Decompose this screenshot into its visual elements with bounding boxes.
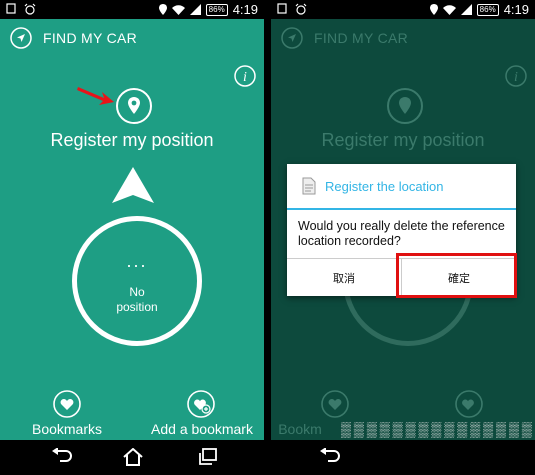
add-bookmark-icon [455,390,483,418]
wifi-icon [442,4,456,15]
back-icon[interactable] [319,448,341,466]
status-bar: 86% 4:19 [0,0,264,19]
heart-icon [321,390,349,418]
left-screen: 86% 4:19 FIND MY CAR i Register my posit… [0,0,264,475]
register-position-label: Register my position [321,130,485,150]
wifi-icon [171,4,185,15]
dialog-header: Register the location [287,164,516,210]
battery-indicator: 86% [476,3,499,16]
status-time: 4:19 [503,2,529,17]
home-icon[interactable] [122,448,144,466]
add-bookmark-icon[interactable] [187,390,215,418]
main-content: i Register my position ... No position B… [0,57,264,440]
compass-dots: ... [126,251,148,271]
navigation-bar [0,440,264,475]
highlight-box [396,253,517,298]
document-icon [302,177,316,195]
info-icon: i [505,65,527,87]
phone-icon [6,3,16,14]
alarm-icon [24,3,36,15]
signal-icon [189,4,201,15]
bookmarks-button[interactable]: Bookmarks [2,421,132,437]
register-position-label[interactable]: Register my position [0,130,264,151]
navigation-arrow-icon[interactable] [10,27,32,49]
compass-status: No position [116,285,158,314]
annotation-arrow [77,87,114,105]
location-pin-icon [158,4,167,15]
app-bar: FIND MY CAR [0,19,264,57]
navigation-arrow-icon [281,27,303,49]
navigation-bar [271,440,535,475]
alarm-icon [295,3,307,15]
register-position-button[interactable] [115,87,153,125]
heart-icon[interactable] [53,390,81,418]
register-position-icon [387,88,423,124]
cancel-button[interactable]: 取消 [287,259,401,296]
right-screen: 86% 4:19 FIND MY CAR i Register my posit… [271,0,535,475]
phone-icon [277,3,287,14]
status-bar: 86% 4:19 [271,0,535,19]
add-bookmark-button[interactable]: Add a bookmark [137,421,264,437]
recent-apps-icon[interactable] [198,448,218,466]
info-icon[interactable]: i [234,65,256,87]
dialog-title: Register the location [325,178,444,194]
svg-text:i: i [243,70,247,85]
location-pin-icon [429,4,438,15]
direction-arrow-icon [112,167,154,203]
app-title: FIND MY CAR [314,30,409,46]
compass-ring: ... No position [72,216,202,346]
app-title: FIND MY CAR [43,30,138,46]
blurred-watermark: ▒▒▒▒▒▒▒▒▒▒▒▒▒▒▒ [341,421,535,437]
battery-indicator: 86% [205,3,228,16]
app-bar: FIND MY CAR [271,19,535,57]
signal-icon [460,4,472,15]
status-time: 4:19 [232,2,258,17]
svg-text:i: i [514,70,518,85]
back-icon[interactable] [51,448,73,466]
